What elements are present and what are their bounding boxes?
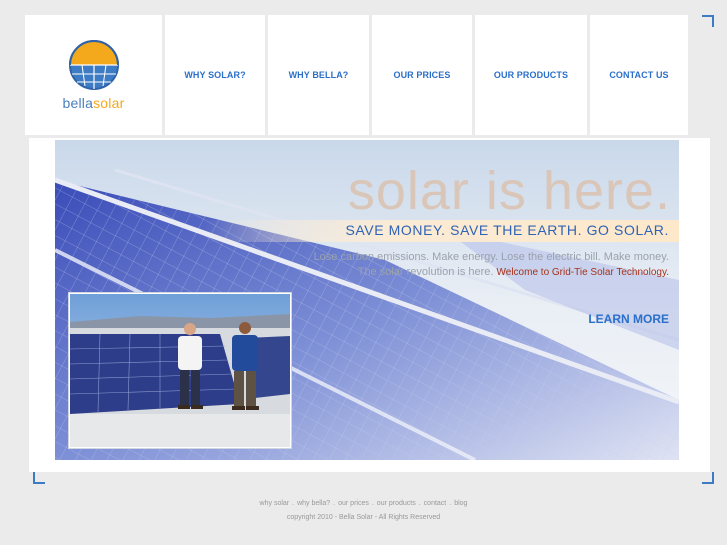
logo-word-bella: bella — [62, 95, 94, 111]
hero-body-accent: Welcome to Grid-Tie Solar Technology. — [496, 267, 669, 278]
footer-separator: . — [449, 500, 452, 507]
logo-word-solar: solar — [93, 95, 125, 111]
logo[interactable]: bellasolar — [25, 15, 162, 135]
nav-link-contact-us[interactable]: CONTACT US — [609, 70, 668, 80]
footer-links: why solar. why bella?. our prices. our prod… — [0, 500, 727, 507]
footer-link-why-bella[interactable]: why bella? — [297, 500, 330, 507]
nav-item-our-products[interactable]: OUR PRODUCTS — [475, 15, 587, 135]
nav-link-why-solar[interactable]: WHY SOLAR? — [184, 70, 245, 80]
team-photo — [69, 293, 291, 448]
logo-wordmark: bellasolar — [63, 95, 125, 111]
hero-tagline: SAVE MONEY. SAVE THE EARTH. GO SOLAR. — [345, 222, 669, 238]
frame-corner-top-right — [702, 15, 714, 27]
footer-separator: . — [333, 500, 336, 507]
footer-link-our-prices[interactable]: our prices — [338, 500, 369, 507]
hero-body-line-2-wrapper: The solar revolution is here. Welcome to… — [314, 265, 669, 280]
learn-more-link[interactable]: LEARN MORE — [588, 312, 669, 326]
nav-link-why-bella[interactable]: WHY BELLA? — [289, 70, 349, 80]
hero-headline: solar is here. — [347, 161, 671, 221]
nav-item-contact-us[interactable]: CONTACT US — [590, 15, 688, 135]
frame-corner-bottom-left — [33, 472, 45, 484]
nav-item-why-solar[interactable]: WHY SOLAR? — [165, 15, 265, 135]
hero-body-text: Lose carbon emissions. Make energy. Lose… — [314, 250, 669, 280]
rooftop-photo-image — [69, 294, 290, 447]
nav-link-our-products[interactable]: OUR PRODUCTS — [494, 70, 568, 80]
copyright-text: copyright 2010 - Bella Solar - All Right… — [286, 514, 441, 521]
frame-corner-bottom-right — [702, 472, 714, 484]
nav-item-our-prices[interactable]: OUR PRICES — [372, 15, 472, 135]
footer-link-why-solar[interactable]: why solar — [260, 500, 290, 507]
footer-link-contact[interactable]: contact — [424, 500, 447, 507]
footer-separator: . — [292, 500, 295, 507]
hero-banner: solar is here. SAVE MONEY. SAVE THE EART… — [55, 140, 679, 460]
sun-globe-icon — [68, 40, 119, 90]
nav-item-why-bella[interactable]: WHY BELLA? — [268, 15, 369, 135]
hero-body-line-2: The solar revolution is here. — [357, 266, 494, 278]
header-nav: bellasolar WHY SOLAR? WHY BELLA? OUR PRI… — [25, 15, 702, 135]
footer-link-blog[interactable]: blog — [454, 500, 467, 507]
footer-separator: . — [371, 500, 374, 507]
footer-link-our-products[interactable]: our products — [377, 500, 416, 507]
nav-link-our-prices[interactable]: OUR PRICES — [393, 70, 450, 80]
hero-body-line-1: Lose carbon emissions. Make energy. Lose… — [313, 251, 669, 263]
footer-separator: . — [418, 500, 421, 507]
